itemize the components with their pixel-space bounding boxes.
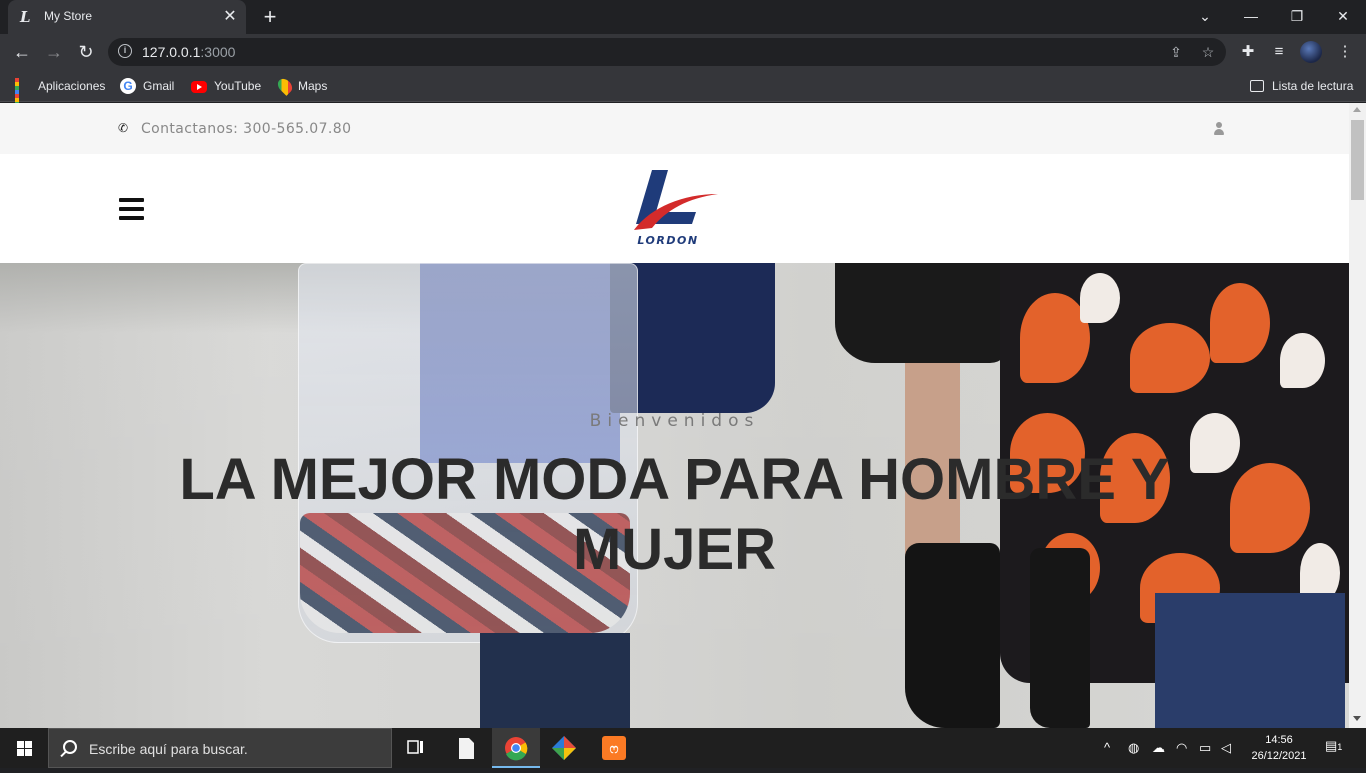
- chrome-icon: [505, 737, 528, 761]
- browser-toolbar: ← → ↻ i 127.0.0.1:3000 ⇪ ☆ ✚ ≡ ⋮: [0, 34, 1366, 70]
- bookmark-label: Aplicaciones: [38, 79, 106, 93]
- bookmark-youtube[interactable]: YouTube: [191, 76, 261, 96]
- tab-title: My Store: [44, 9, 93, 23]
- phone-icon: ✆: [118, 121, 129, 135]
- clock-date: 26/12/2021: [1251, 750, 1307, 762]
- hero-welcome: Bienvenidos: [589, 411, 760, 431]
- logo-mark-icon: [634, 170, 718, 230]
- onedrive-icon[interactable]: ☁: [1152, 740, 1165, 756]
- url-text[interactable]: 127.0.0.1:3000: [142, 44, 235, 60]
- hero-photo-detail: [1155, 593, 1345, 728]
- tab-search-button[interactable]: ⌄: [1182, 0, 1228, 32]
- hero-banner: Bienvenidos LA MEJOR MODA PARA HOMBRE Y …: [0, 263, 1349, 728]
- taskbar-xampp[interactable]: ෆ: [590, 728, 638, 768]
- bookmark-label: Maps: [298, 79, 328, 93]
- maps-icon: [275, 76, 295, 96]
- tray-chevron-icon[interactable]: ^: [1104, 740, 1110, 755]
- contact-bar: ✆ Contactanos: 300-565.07.80: [0, 103, 1349, 154]
- notification-count: 1: [1337, 742, 1343, 752]
- bookmark-label: Gmail: [143, 79, 175, 93]
- forward-arrow-icon[interactable]: →: [40, 38, 68, 66]
- google-icon: G: [120, 78, 136, 94]
- tab-close-icon[interactable]: ✕: [220, 7, 240, 27]
- svg-text:ෆ: ෆ: [610, 742, 619, 757]
- document-icon: [459, 738, 474, 759]
- profile-avatar[interactable]: [1300, 41, 1322, 63]
- back-arrow-icon[interactable]: ←: [8, 38, 36, 66]
- site-info-icon[interactable]: i: [118, 44, 132, 58]
- task-view-icon: [407, 740, 423, 754]
- xampp-icon: ෆ: [602, 736, 626, 760]
- bookmark-maps[interactable]: Maps: [275, 76, 328, 96]
- address-bar[interactable]: i 127.0.0.1:3000 ⇪ ☆: [108, 38, 1226, 66]
- media-control-icon[interactable]: ≡: [1265, 38, 1293, 66]
- menu-kebab-icon[interactable]: ⋮: [1331, 38, 1359, 66]
- reading-list-icon: [1250, 80, 1264, 92]
- page-scrollbar[interactable]: [1349, 103, 1366, 728]
- bookmark-gmail[interactable]: G Gmail: [120, 76, 174, 96]
- page-viewport: ✆ Contactanos: 300-565.07.80 LORDON Bien…: [0, 103, 1349, 728]
- wifi-icon[interactable]: ◠: [1176, 740, 1187, 756]
- contact-text: Contactanos: 300-565.07.80: [141, 121, 352, 137]
- taskbar-search-box[interactable]: Escribe aquí para buscar.: [48, 728, 392, 768]
- share-icon[interactable]: ⇪: [1166, 42, 1186, 62]
- hamburger-menu-icon[interactable]: [119, 198, 144, 220]
- scroll-up-icon[interactable]: [1353, 107, 1361, 112]
- bookmarks-bar: Aplicaciones G Gmail YouTube Maps Lista …: [0, 70, 1366, 114]
- new-tab-button[interactable]: +: [258, 5, 282, 29]
- scroll-down-icon[interactable]: [1353, 716, 1361, 721]
- volume-muted-icon[interactable]: ◁: [1221, 740, 1231, 756]
- extensions-icon[interactable]: ✚: [1234, 38, 1262, 66]
- taskbar-git-app[interactable]: [542, 728, 590, 768]
- apps-grid-icon: [15, 78, 31, 114]
- youtube-icon: [191, 81, 207, 93]
- hero-headline: LA MEJOR MODA PARA HOMBRE Y MUJER: [179, 447, 1170, 582]
- bookmark-apps[interactable]: Aplicaciones: [15, 76, 106, 114]
- search-placeholder: Escribe aquí para buscar.: [89, 741, 248, 757]
- minimize-button[interactable]: —: [1228, 0, 1274, 32]
- windows-start-button[interactable]: [0, 728, 48, 768]
- reload-icon[interactable]: ↻: [72, 38, 100, 66]
- hero-photo-detail: [835, 263, 1010, 363]
- browser-tab[interactable]: L My Store ✕: [8, 0, 246, 34]
- scrollbar-thumb[interactable]: [1351, 120, 1364, 200]
- taskbar-chrome[interactable]: [492, 728, 540, 768]
- search-icon: [63, 740, 77, 754]
- notifications-icon[interactable]: ▤1: [1325, 738, 1342, 754]
- close-window-button[interactable]: ✕: [1320, 0, 1366, 32]
- task-view-button[interactable]: [392, 728, 440, 768]
- brand-name: LORDON: [637, 234, 699, 247]
- reading-list-button[interactable]: Lista de lectura: [1250, 76, 1353, 96]
- tab-strip: L My Store ✕ + ⌄ — ❐ ✕: [0, 0, 1366, 34]
- reading-list-label: Lista de lectura: [1272, 79, 1354, 93]
- user-account-icon[interactable]: [1213, 122, 1225, 135]
- url-port: :3000: [200, 44, 236, 60]
- url-host: 127.0.0.1: [142, 44, 201, 60]
- windows-taskbar: Escribe aquí para buscar. ෆ ^ ◍ ☁ ◠ ▭ ◁ …: [0, 728, 1366, 768]
- bookmark-star-icon[interactable]: ☆: [1198, 42, 1218, 62]
- site-header: LORDON: [0, 154, 1349, 263]
- clock-time: 14:56: [1265, 734, 1293, 746]
- brand-logo[interactable]: LORDON: [630, 168, 720, 252]
- battery-icon[interactable]: ▭: [1199, 740, 1211, 756]
- restore-button[interactable]: ❐: [1274, 0, 1320, 32]
- hero-photo-detail: [480, 633, 630, 728]
- bookmark-label: YouTube: [214, 79, 262, 93]
- taskbar-notepad[interactable]: [442, 728, 490, 768]
- site-favicon-icon: L: [20, 8, 31, 26]
- git-app-icon: [552, 736, 576, 760]
- system-clock[interactable]: 14:56 26/12/2021: [1248, 732, 1310, 764]
- meet-now-icon[interactable]: ◍: [1128, 740, 1139, 756]
